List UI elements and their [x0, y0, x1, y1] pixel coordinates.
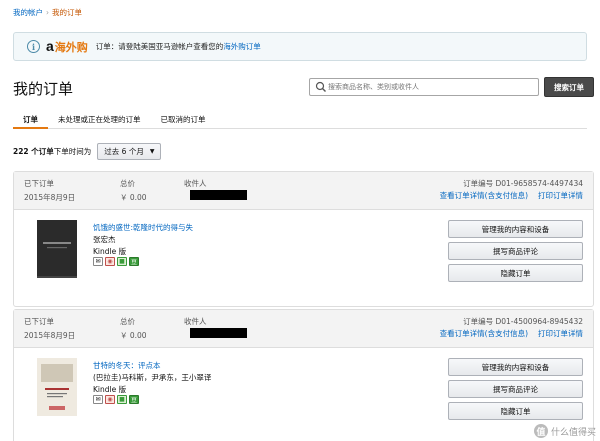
order-placed-date: 2015年8月9日 [24, 193, 76, 202]
hide-order-button[interactable]: 隐藏订单 [448, 264, 583, 282]
order-total: 总价 ￥ 0.00 [120, 178, 147, 203]
wechat-icon[interactable]: 豆 [129, 257, 139, 266]
order-header: 已下订单 2015年8月9日 总价 ￥ 0.00 收件人 订单编号 D01-96… [14, 172, 593, 210]
order-placed: 已下订单 2015年8月9日 [24, 316, 75, 341]
order-placed-label: 已下订单 [24, 317, 54, 326]
order-card: 已下订单 2015年8月9日 总价 ￥ 0.00 收件人 订单编号 D01-45… [13, 309, 594, 441]
breadcrumb-account-link[interactable]: 我的帐户 [13, 8, 43, 17]
order-total-label: 总价 [120, 179, 135, 188]
page-title: 我的订单 [13, 80, 74, 98]
hide-order-button[interactable]: 隐藏订单 [448, 402, 583, 420]
book-author: (巴拉圭)马科斯，尹承东，王小翠译 [93, 373, 212, 382]
search-box [309, 78, 539, 96]
book-format: Kindle 版 [93, 385, 127, 394]
weibo-icon[interactable]: ◉ [105, 395, 115, 404]
manage-content-button[interactable]: 管理我的内容和设备 [448, 220, 583, 238]
order-header: 已下订单 2015年8月9日 总价 ￥ 0.00 收件人 订单编号 D01-45… [14, 310, 593, 348]
order-number: 订单编号 D01-9658574-4497434 [463, 179, 583, 188]
tab-open-orders[interactable]: 未处理或正在处理的订单 [48, 109, 151, 129]
book-title-link[interactable]: 饥饿的盛世:乾隆时代的得与失 [93, 222, 193, 233]
print-order-link[interactable]: 打印订单详情 [538, 190, 583, 201]
tab-orders[interactable]: 订单 [13, 109, 48, 129]
order-body: 饥饿的盛世:乾隆时代的得与失 张宏杰 Kindle 版 ✉ ◉ ■ 豆 管理我的… [14, 210, 593, 306]
print-order-link[interactable]: 打印订单详情 [538, 328, 583, 339]
logo-text: 海外购 [54, 41, 88, 54]
info-icon: i [27, 40, 40, 53]
recipient-label: 收件人 [184, 317, 207, 326]
overseas-orders-link[interactable]: 海外购订单 [223, 42, 261, 51]
order-number: 订单编号 D01-4500964-8945432 [463, 317, 583, 326]
watermark-text: 什么值得买 [550, 427, 596, 438]
filter-label: 下单时间为 [53, 147, 92, 156]
book-cover-image[interactable] [37, 358, 77, 416]
search-icon [315, 81, 326, 92]
book-format: Kindle 版 [93, 247, 127, 256]
notice-text: 订单：请登陆美国亚马逊帐户查看您的海外购订单 [96, 41, 261, 52]
order-total-value: ￥ 0.00 [120, 331, 147, 340]
order-card: 已下订单 2015年8月9日 总价 ￥ 0.00 收件人 订单编号 D01-96… [13, 171, 594, 307]
notice-text-prefix: 订单：请登陆美国亚马逊帐户查看您的 [95, 42, 224, 51]
order-total-value: ￥ 0.00 [120, 193, 147, 202]
recipient-redacted [190, 190, 247, 200]
search-orders-button[interactable]: 搜索订单 [544, 77, 594, 97]
wechat-icon[interactable]: 豆 [129, 395, 139, 404]
time-range-select[interactable]: 过去 6 个月 ▼ [97, 143, 162, 160]
order-details-link[interactable]: 查看订单详情(含支付信息) [440, 190, 528, 201]
order-total-label: 总价 [120, 317, 135, 326]
book-title-link[interactable]: 甘特的冬天：评点本 [93, 360, 161, 371]
order-actions: 管理我的内容和设备 撰写商品评论 隐藏订单 [448, 358, 583, 420]
email-icon[interactable]: ✉ [93, 257, 103, 266]
write-review-button[interactable]: 撰写商品评论 [448, 380, 583, 398]
chevron-down-icon: ▼ [149, 148, 155, 155]
order-filter-row: 222 个订单 下单时间为 过去 6 个月 ▼ [13, 143, 162, 160]
manage-content-button[interactable]: 管理我的内容和设备 [448, 358, 583, 376]
share-icons: ✉ ◉ ■ 豆 [93, 257, 139, 266]
watermark-badge: 值 [533, 424, 548, 438]
douban-icon[interactable]: ■ [117, 395, 127, 404]
share-icons: ✉ ◉ ■ 豆 [93, 395, 139, 404]
weibo-icon[interactable]: ◉ [105, 257, 115, 266]
email-icon[interactable]: ✉ [93, 395, 103, 404]
breadcrumb-current: 我的订单 [52, 8, 82, 17]
search-input[interactable] [328, 83, 528, 91]
haiwaigou-logo: a 海外购 [46, 38, 88, 55]
order-body: 甘特的冬天：评点本 (巴拉圭)马科斯，尹承东，王小翠译 Kindle 版 ✉ ◉… [14, 348, 593, 441]
write-review-button[interactable]: 撰写商品评论 [448, 242, 583, 260]
order-placed-label: 已下订单 [24, 179, 54, 188]
recipient-label: 收件人 [184, 179, 207, 188]
order-links: 查看订单详情(含支付信息) 打印订单详情 [440, 190, 583, 201]
breadcrumb-separator: › [46, 8, 49, 17]
time-range-value: 过去 6 个月 [104, 147, 144, 156]
tab-cancelled-orders[interactable]: 已取消的订单 [151, 109, 216, 129]
order-links: 查看订单详情(含支付信息) 打印订单详情 [440, 328, 583, 339]
breadcrumb: 我的帐户 › 我的订单 [13, 7, 82, 18]
order-placed: 已下订单 2015年8月9日 [24, 178, 75, 203]
order-total: 总价 ￥ 0.00 [120, 316, 147, 341]
order-details-link[interactable]: 查看订单详情(含支付信息) [440, 328, 528, 339]
order-tabs: 订单 未处理或正在处理的订单 已取消的订单 [13, 109, 587, 129]
book-cover-image[interactable] [37, 220, 77, 278]
order-placed-date: 2015年8月9日 [24, 331, 76, 340]
logo-letter: a [46, 38, 54, 54]
watermark: 值 什么值得买 [533, 424, 596, 438]
order-actions: 管理我的内容和设备 撰写商品评论 隐藏订单 [448, 220, 583, 282]
recipient-redacted [190, 328, 247, 338]
douban-icon[interactable]: ■ [117, 257, 127, 266]
book-author: 张宏杰 [93, 235, 116, 244]
overseas-notice-banner: i a 海外购 订单：请登陆美国亚马逊帐户查看您的海外购订单 [13, 32, 587, 61]
order-count: 222 个订单 [13, 147, 54, 156]
